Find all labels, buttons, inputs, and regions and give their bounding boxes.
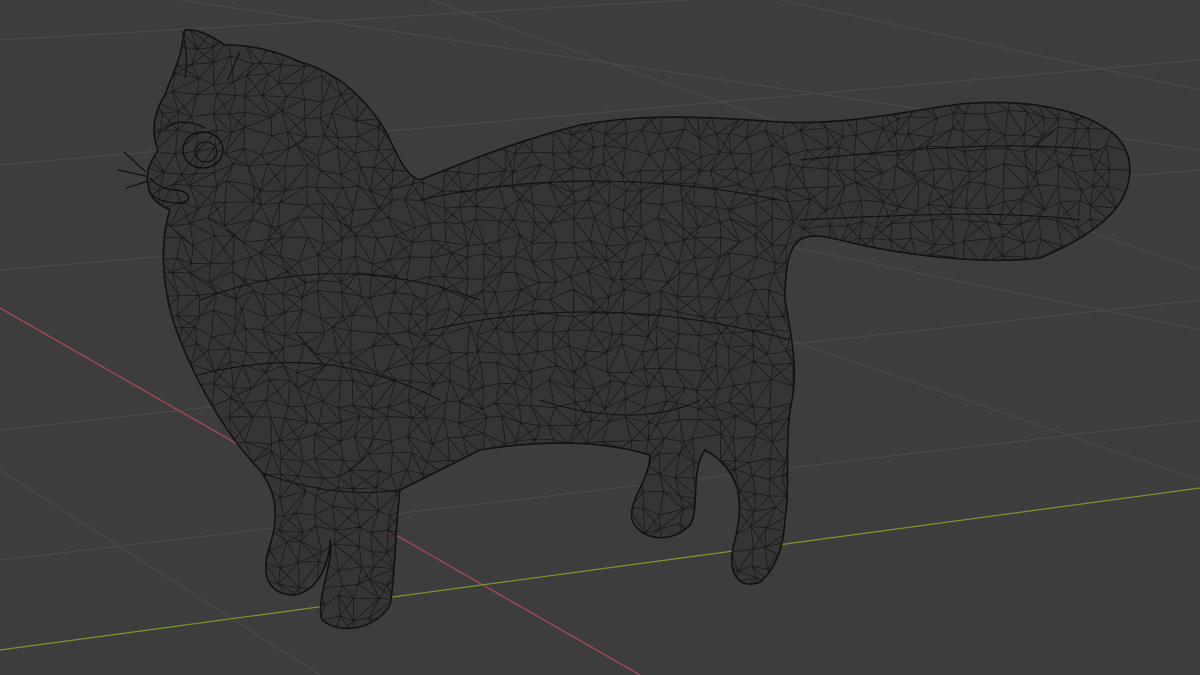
whisker — [123, 151, 147, 173]
grid-line — [759, 329, 1200, 481]
y-axis-line — [0, 487, 1200, 651]
grid-line — [0, 0, 695, 41]
viewport-canvas[interactable] — [0, 0, 1200, 675]
whisker — [117, 169, 147, 177]
grid-line — [779, 0, 1200, 91]
3d-viewport[interactable] — [0, 0, 1200, 675]
whisker — [125, 180, 149, 189]
cat-wireframe-mesh[interactable] — [117, 19, 1136, 643]
